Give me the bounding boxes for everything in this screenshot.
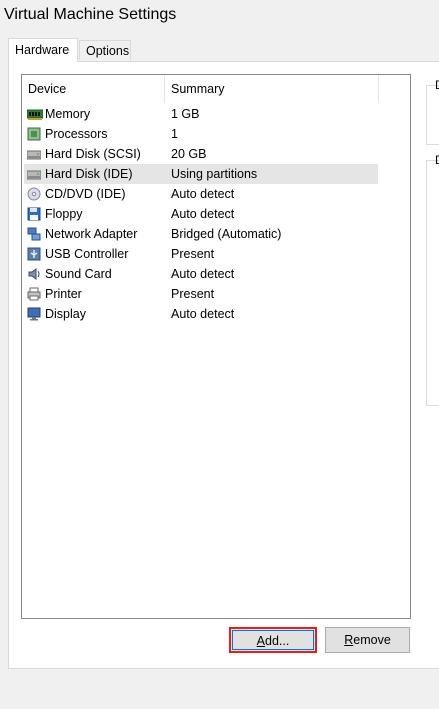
- side-group-box-1: [426, 85, 439, 145]
- device-name: CD/DVD (IDE): [45, 187, 126, 201]
- table-row[interactable]: Sound Card Auto detect: [24, 264, 378, 284]
- device-list[interactable]: Device Summary Memory 1 GB Processors 1 Hard…: [21, 74, 411, 619]
- side-group-label-1: D: [435, 78, 439, 92]
- device-name: Printer: [45, 287, 82, 301]
- add-button[interactable]: Add...: [229, 627, 317, 653]
- device-name: Network Adapter: [45, 227, 138, 241]
- cd-dvd-icon: [27, 187, 41, 201]
- remove-mnemonic: R: [344, 633, 354, 647]
- device-summary: Auto detect: [171, 207, 235, 221]
- hard-disk-icon: [26, 167, 42, 181]
- tab-options[interactable]: Options: [79, 40, 131, 60]
- device-summary: 20 GB: [171, 147, 207, 161]
- device-name: USB Controller: [45, 247, 129, 261]
- table-row[interactable]: Network Adapter Bridged (Automatic): [24, 224, 378, 244]
- device-summary: Present: [171, 247, 215, 261]
- table-row[interactable]: CD/DVD (IDE) Auto detect: [24, 184, 378, 204]
- remove-label: emove: [353, 633, 391, 647]
- device-name: Hard Disk (SCSI): [45, 147, 141, 161]
- table-row[interactable]: Hard Disk (IDE) Using partitions: [24, 164, 378, 184]
- table-row[interactable]: Display Auto detect: [24, 304, 378, 324]
- table-header: Device Summary: [22, 75, 410, 103]
- processor-icon: [27, 127, 41, 141]
- side-group-label-2: D: [435, 153, 439, 167]
- printer-icon: [27, 287, 41, 301]
- device-summary: Auto detect: [171, 307, 235, 321]
- device-summary: 1 GB: [171, 107, 200, 121]
- table-row[interactable]: Hard Disk (SCSI) 20 GB: [24, 144, 378, 164]
- device-summary: Present: [171, 287, 215, 301]
- side-group-box-2: [426, 160, 439, 406]
- memory-icon: [26, 107, 44, 121]
- table-row[interactable]: Floppy Auto detect: [24, 204, 378, 224]
- table-row[interactable]: Memory 1 GB: [24, 104, 378, 124]
- tab-hardware[interactable]: Hardware: [8, 38, 78, 62]
- floppy-icon: [27, 207, 41, 221]
- device-name: Memory: [45, 107, 91, 121]
- add-mnemonic: A: [256, 634, 265, 648]
- window-title: Virtual Machine Settings: [4, 6, 177, 23]
- device-name: Processors: [45, 127, 108, 141]
- remove-button[interactable]: Remove: [325, 627, 410, 653]
- table-row[interactable]: USB Controller Present: [24, 244, 378, 264]
- table-row[interactable]: Processors 1: [24, 124, 378, 144]
- device-summary: Bridged (Automatic): [171, 227, 282, 241]
- add-label: dd...: [265, 634, 290, 648]
- column-header-device[interactable]: Device: [22, 75, 165, 103]
- table-row[interactable]: Printer Present: [24, 284, 378, 304]
- device-summary: Auto detect: [171, 267, 235, 281]
- usb-icon: [27, 247, 41, 261]
- device-name: Floppy: [45, 207, 83, 221]
- device-summary: 1: [171, 127, 178, 141]
- network-adapter-icon: [27, 227, 41, 241]
- device-name: Hard Disk (IDE): [45, 167, 133, 181]
- device-name: Sound Card: [45, 267, 112, 281]
- device-summary: Auto detect: [171, 187, 235, 201]
- column-header-summary[interactable]: Summary: [165, 75, 379, 103]
- device-summary: Using partitions: [171, 167, 258, 181]
- device-name: Display: [45, 307, 86, 321]
- display-icon: [27, 307, 41, 321]
- hard-disk-icon: [26, 147, 42, 161]
- sound-card-icon: [27, 267, 41, 281]
